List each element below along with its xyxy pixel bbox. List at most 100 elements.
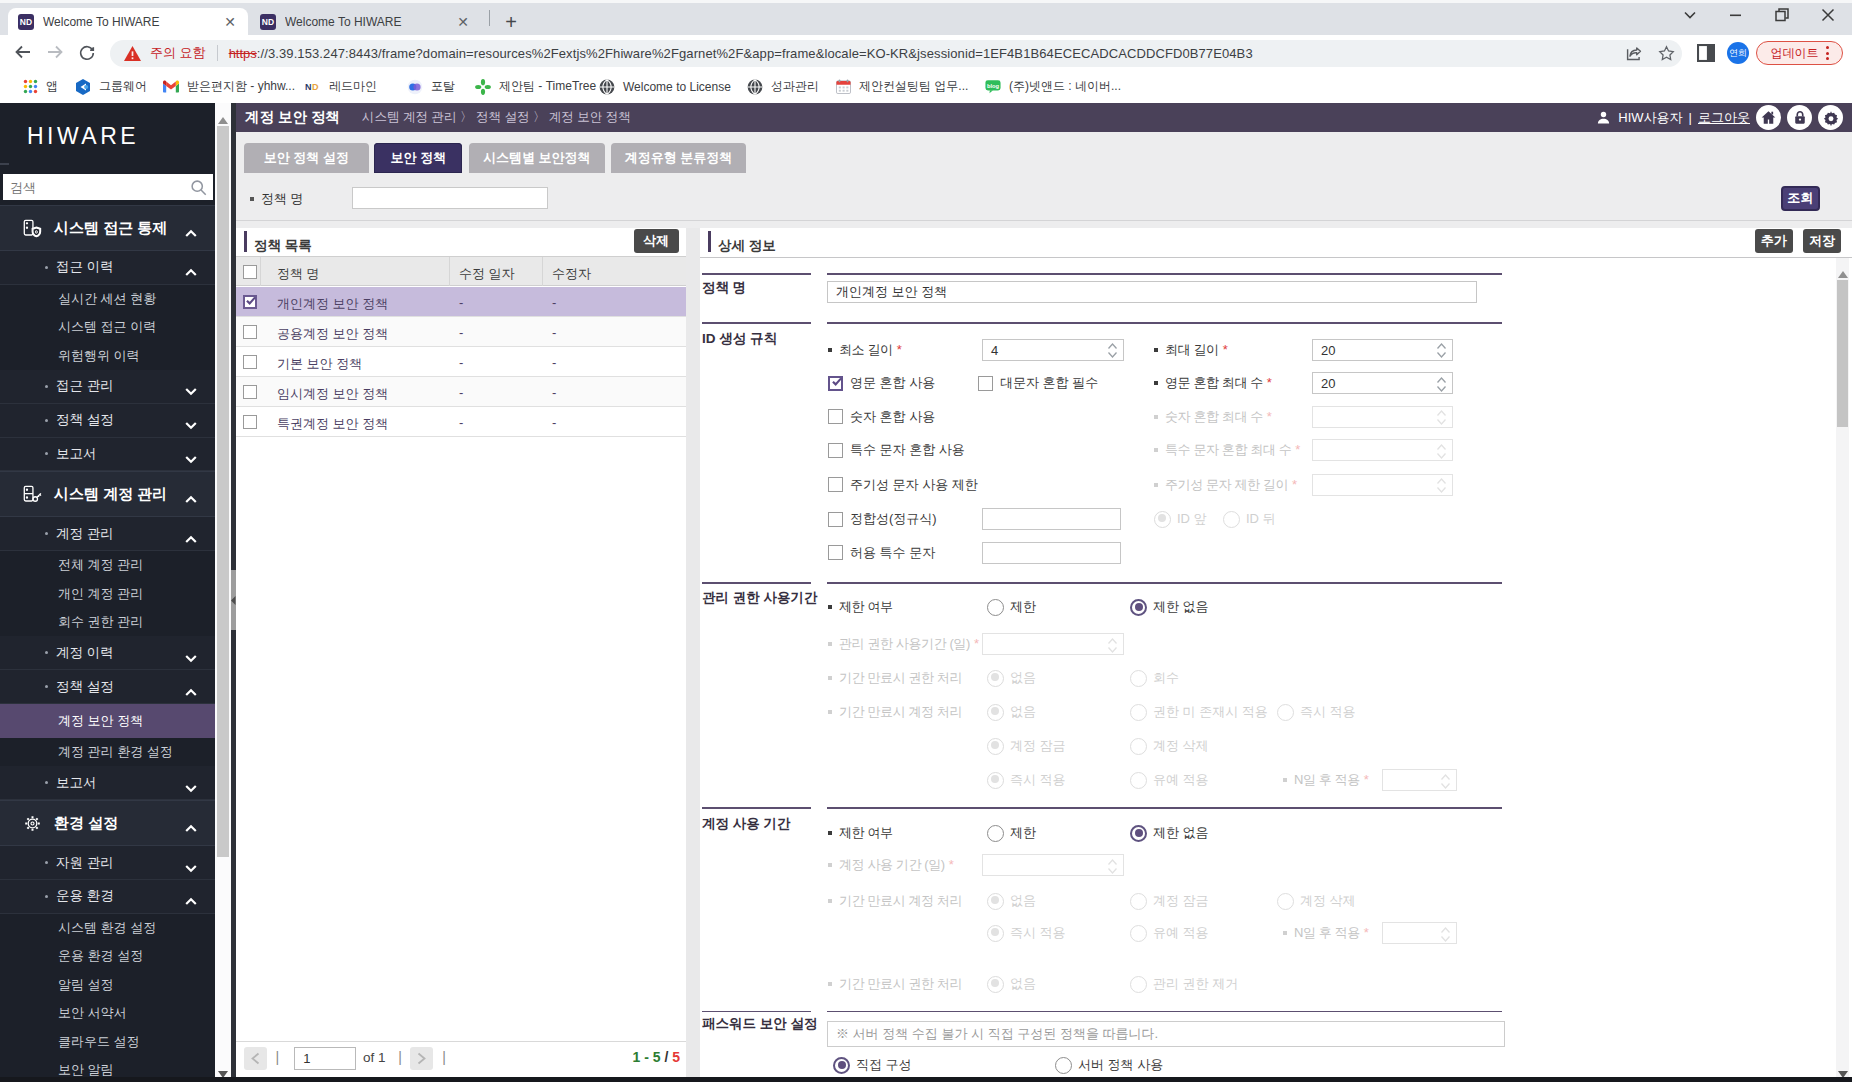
home-button[interactable] — [1756, 105, 1781, 130]
add-button[interactable]: 추가 — [1755, 229, 1793, 253]
sidebar-item-menu[interactable]: 접근 관리 — [0, 370, 215, 404]
browser-menu-icon[interactable] — [1826, 46, 1829, 60]
bookmark-item[interactable]: 받은편지함 - yhhw... — [163, 70, 295, 103]
omnibox-url[interactable]: ://3.39.153.247:8443/frame?domain=resour… — [257, 46, 1253, 61]
page-number-input[interactable]: 1 — [294, 1047, 356, 1070]
logout-link[interactable]: 로그아웃 — [1698, 109, 1750, 127]
radio-unselected[interactable] — [1130, 976, 1147, 993]
sidebar-item-menu[interactable]: 운용 환경 설정 — [0, 942, 215, 970]
gear-button[interactable] — [1818, 105, 1843, 130]
spinner-field[interactable]: 20 — [1312, 372, 1453, 394]
save-button[interactable]: 저장 — [1803, 229, 1841, 253]
row-checkbox[interactable] — [243, 385, 257, 399]
sidebar-item-menu[interactable]: 시스템 접근 이력 — [0, 313, 215, 341]
sidebar-item-menu[interactable]: 정책 설정 — [0, 404, 215, 438]
sidebar-item-menu[interactable]: 클라우드 설정 — [0, 1027, 215, 1055]
reload-button[interactable] — [78, 44, 99, 65]
delete-button[interactable]: 삭제 — [634, 229, 679, 253]
bookmark-item[interactable]: 제안컨설팅팀 업무... — [835, 70, 968, 103]
spinner-field[interactable]: 20 — [1312, 339, 1453, 361]
policy-table-row[interactable]: 특권계정 보안 정책-- — [236, 407, 686, 437]
checkbox-unchecked[interactable] — [828, 409, 843, 424]
select-all-checkbox[interactable] — [243, 265, 257, 279]
module-tab[interactable]: 시스템별 보안정책 — [469, 143, 605, 174]
policy-name-filter-input[interactable] — [352, 187, 549, 209]
sidebar-item-menu[interactable]: 접근 이력 — [0, 251, 215, 285]
policy-table-row[interactable]: 임시계정 보안 정책-- — [236, 377, 686, 407]
detail-scrollbar[interactable] — [1836, 258, 1849, 1077]
bookmark-item[interactable]: 성과관리 — [747, 70, 819, 103]
sidebar-item-menu[interactable]: 위험행위 이력 — [0, 342, 215, 370]
radio-unselected[interactable] — [1130, 704, 1147, 721]
window-restore-icon[interactable] — [1772, 5, 1792, 25]
bookmark-item[interactable]: 그룹웨어 — [75, 70, 147, 103]
row-checkbox[interactable] — [243, 295, 257, 309]
prev-page-button[interactable] — [244, 1047, 267, 1070]
radio-selected[interactable] — [987, 893, 1004, 910]
bookmark-item[interactable]: ND레드마인 — [305, 70, 377, 103]
sidebar-item-menu[interactable]: 전체 계정 관리 — [0, 551, 215, 579]
checkbox-unchecked[interactable] — [978, 376, 993, 391]
scroll-up-icon[interactable] — [1838, 264, 1848, 271]
checkbox-unchecked[interactable] — [828, 477, 843, 492]
sidebar-item-menu[interactable]: 보고서 — [0, 766, 215, 800]
scrollbar-thumb[interactable] — [217, 126, 229, 857]
text-input[interactable] — [982, 542, 1121, 564]
module-tab[interactable]: 계정유형 분류정책 — [611, 143, 745, 174]
bookmark-item[interactable]: blog(주)넷앤드 : 네이버... — [985, 70, 1121, 103]
scroll-down-icon[interactable] — [218, 1064, 228, 1071]
row-checkbox[interactable] — [243, 355, 257, 369]
browser-tab[interactable]: NDWelcome To HIWARE✕ — [250, 8, 481, 35]
checkbox-checked[interactable] — [828, 376, 843, 391]
sidebar-item-group[interactable]: 시스템 계정 관리 — [0, 471, 215, 517]
sidebar-search-input[interactable] — [3, 180, 190, 195]
profile-avatar[interactable]: 연희 — [1727, 42, 1749, 64]
radio-selected[interactable] — [987, 670, 1004, 687]
tab-close-icon[interactable]: ✕ — [222, 14, 238, 30]
text-input[interactable] — [982, 508, 1121, 530]
next-page-button[interactable] — [410, 1047, 433, 1070]
scrollbar-thumb[interactable] — [1837, 280, 1848, 427]
window-minimize-icon[interactable] — [1726, 5, 1746, 25]
forward-button[interactable] — [45, 42, 66, 63]
radio-unselected[interactable] — [987, 599, 1004, 616]
sidebar-item-menu[interactable]: 계정 관리 — [0, 517, 215, 551]
row-checkbox[interactable] — [243, 325, 257, 339]
bookmark-star-icon[interactable] — [1657, 44, 1678, 65]
checkbox-unchecked[interactable] — [828, 545, 843, 560]
policy-name-input[interactable]: 개인계정 보안 정책 — [827, 281, 1477, 303]
sidebar-item-menu[interactable]: 계정 보안 정책 — [0, 704, 215, 738]
spinner-field[interactable] — [982, 633, 1124, 655]
radio-unselected[interactable] — [1277, 893, 1294, 910]
radio-unselected[interactable] — [987, 825, 1004, 842]
sidebar-item-menu[interactable]: 보안 서약서 — [0, 999, 215, 1027]
share-icon[interactable] — [1624, 44, 1645, 65]
radio-unselected[interactable] — [1130, 738, 1147, 755]
checkbox-unchecked[interactable] — [828, 443, 843, 458]
bookmark-item[interactable]: 포탈 — [407, 70, 455, 103]
row-checkbox[interactable] — [243, 415, 257, 429]
sidebar-item-menu[interactable]: 알림 설정 — [0, 971, 215, 999]
policy-table-row[interactable]: 공용계정 보안 정책-- — [236, 317, 686, 347]
sidebar-item-menu[interactable]: 자원 관리 — [0, 846, 215, 880]
radio-unselected[interactable] — [1130, 893, 1147, 910]
bookmark-item[interactable]: 제안팀 - TimeTree — [475, 70, 596, 103]
radio-selected[interactable] — [987, 976, 1004, 993]
radio-unselected[interactable] — [1223, 511, 1240, 528]
radio-unselected[interactable] — [1055, 1057, 1072, 1074]
spinner-field[interactable] — [1312, 474, 1453, 496]
radio-selected[interactable] — [987, 738, 1004, 755]
policy-table-row[interactable]: 기본 보안 정책-- — [236, 347, 686, 377]
radio-selected[interactable] — [987, 704, 1004, 721]
checkbox-unchecked[interactable] — [828, 512, 843, 527]
radio-unselected[interactable] — [1277, 704, 1294, 721]
module-tab[interactable]: 보안 정책 설정 — [244, 143, 369, 174]
window-close-icon[interactable] — [1818, 5, 1838, 25]
spinner-field[interactable] — [1312, 439, 1453, 461]
bookmark-item[interactable]: 앱 — [22, 70, 58, 103]
sidebar-item-menu[interactable]: 보고서 — [0, 438, 215, 472]
radio-unselected[interactable] — [1130, 925, 1147, 942]
radio-unselected[interactable] — [1130, 772, 1147, 789]
update-button[interactable]: 업데이트 — [1756, 41, 1843, 65]
spinner-field[interactable] — [1382, 769, 1457, 791]
